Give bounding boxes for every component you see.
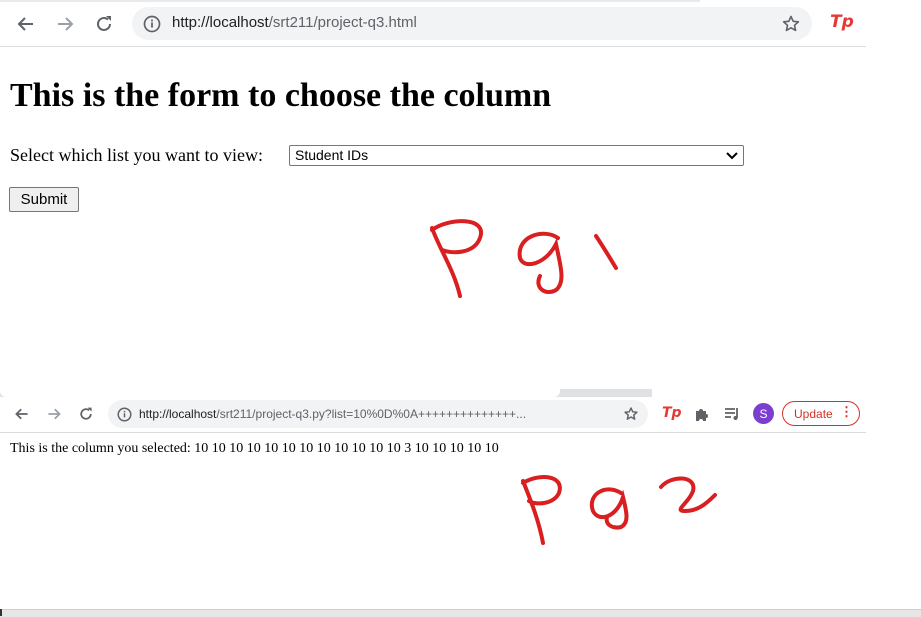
tp-extension-icon[interactable]: Tp [662,405,682,421]
profile-avatar[interactable]: S [753,403,774,424]
forward-arrow-icon[interactable] [44,404,64,424]
back-arrow-icon[interactable] [12,404,32,424]
info-icon[interactable] [115,405,133,423]
info-icon[interactable] [142,14,162,34]
url-host-2: http://localhost [139,407,217,421]
update-button[interactable]: Update ⋮ [782,401,860,426]
star-icon[interactable] [622,405,640,423]
select-value: Student IDs [295,147,369,163]
url-host-1: http://localhost [172,14,269,31]
url-text-2: http://localhost/srt211/project-q3.py?li… [139,407,526,421]
url-path-2: /srt211/project-q3.py?list=10%0D%0A+++++… [216,407,527,421]
bottom-corner-mark [0,609,2,616]
reading-list-icon[interactable] [723,405,741,423]
tab-strip-right-2 [652,389,866,397]
puzzle-icon[interactable] [693,405,711,423]
more-menu-icon[interactable]: ⋮ [840,404,853,420]
tab-strip-edge [0,0,700,2]
active-tab-2[interactable] [0,389,560,397]
handwritten-pg1-annotation [430,219,618,298]
page-1-content: This is the form to choose the column [10,76,860,116]
reload-icon[interactable] [92,12,116,36]
select-label: Select which list you want to view: [10,145,263,165]
url-text-1: http://localhost/srt211/project-q3.html [172,14,417,31]
result-text: This is the column you selected: 10 10 1… [10,441,499,456]
chevron-down-icon [725,149,739,166]
submit-button[interactable]: Submit [9,187,79,212]
back-arrow-icon[interactable] [14,12,38,36]
reload-icon[interactable] [76,404,96,424]
update-label: Update [794,406,833,421]
url-path-1: /srt211/project-q3.html [268,14,417,31]
star-icon[interactable] [780,13,802,35]
tp-extension-icon[interactable]: Tp [830,12,854,32]
handwritten-pg2-annotation [521,475,717,545]
list-select[interactable]: Student IDs [289,145,744,166]
page-heading: This is the form to choose the column [10,77,552,114]
forward-arrow-icon[interactable] [53,12,77,36]
